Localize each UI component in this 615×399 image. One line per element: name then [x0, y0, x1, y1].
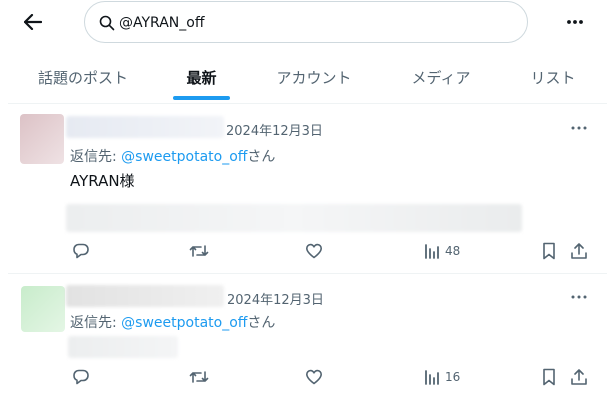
reply-button[interactable]: [72, 241, 90, 261]
active-tab-indicator: [173, 96, 230, 100]
search-icon: [99, 15, 115, 31]
tweet-date[interactable]: 2024年12月3日: [227, 289, 324, 308]
reply-prefix: 返信先:: [70, 149, 122, 165]
share-icon: [571, 243, 587, 259]
like-button[interactable]: [305, 367, 323, 387]
reply-to-line: 返信先: @sweetpotato_offさん: [70, 146, 275, 166]
author-name-blurred[interactable]: [66, 116, 224, 138]
reply-icon: [73, 243, 89, 259]
tweet-more-button[interactable]: [569, 120, 589, 136]
like-icon: [306, 243, 322, 259]
reply-suffix: さん: [247, 315, 276, 331]
reply-icon: [73, 369, 89, 385]
tweet-more-button[interactable]: [569, 289, 589, 305]
avatar[interactable]: [21, 286, 65, 332]
retweet-icon: [189, 371, 209, 383]
search-input[interactable]: [119, 11, 509, 35]
author-name-blurred[interactable]: [66, 285, 224, 307]
views-count: 48: [445, 244, 461, 258]
reply-to-line: 返信先: @sweetpotato_offさん: [70, 312, 275, 332]
tweet-media-blurred[interactable]: [66, 204, 522, 232]
reply-prefix: 返信先:: [70, 315, 122, 331]
avatar[interactable]: [20, 114, 64, 164]
repost-button[interactable]: [189, 241, 209, 261]
tab-accounts[interactable]: アカウント: [268, 52, 360, 102]
like-icon: [306, 369, 322, 385]
views-count: 16: [445, 370, 461, 384]
share-button[interactable]: [570, 367, 588, 387]
views-button[interactable]: 16: [424, 367, 460, 387]
like-button[interactable]: [305, 241, 323, 261]
back-button[interactable]: [20, 10, 46, 34]
more-options-button[interactable]: [564, 12, 586, 32]
search-tabs: 話題のポスト 最新 アカウント メディア リスト: [0, 52, 615, 102]
bookmark-button[interactable]: [541, 367, 557, 387]
more-icon: [571, 126, 587, 130]
views-icon: [425, 244, 439, 259]
tweet-text: AYRAN様: [70, 172, 135, 190]
bookmark-icon: [543, 242, 555, 260]
back-arrow-icon: [24, 14, 42, 30]
share-icon: [571, 369, 587, 385]
tweet-date[interactable]: 2024年12月3日: [226, 120, 323, 139]
reply-button[interactable]: [72, 367, 90, 387]
more-icon: [571, 295, 587, 299]
bookmark-icon: [543, 368, 555, 386]
reply-suffix: さん: [247, 149, 276, 165]
reply-mention-link[interactable]: @sweetpotato_off: [121, 315, 247, 331]
tab-media[interactable]: メディア: [404, 52, 478, 102]
tab-lists[interactable]: リスト: [524, 52, 582, 102]
tweet-text-blurred: [68, 336, 178, 358]
share-button[interactable]: [570, 241, 588, 261]
repost-button[interactable]: [189, 367, 209, 387]
search-box[interactable]: [84, 1, 528, 43]
views-icon: [425, 370, 439, 385]
bookmark-button[interactable]: [541, 241, 557, 261]
reply-mention-link[interactable]: @sweetpotato_off: [121, 149, 247, 165]
tweet[interactable]: 2024年12月3日 返信先: @sweetpotato_offさん AYRAN…: [8, 104, 607, 270]
retweet-icon: [189, 245, 209, 257]
tab-top-posts[interactable]: 話題のポスト: [30, 52, 136, 102]
tab-latest[interactable]: 最新: [173, 52, 230, 102]
views-button[interactable]: 48: [424, 241, 460, 261]
tweet[interactable]: 2024年12月3日 返信先: @sweetpotato_offさん 16: [8, 274, 607, 399]
search-header: [0, 0, 615, 44]
more-icon: [567, 20, 583, 24]
